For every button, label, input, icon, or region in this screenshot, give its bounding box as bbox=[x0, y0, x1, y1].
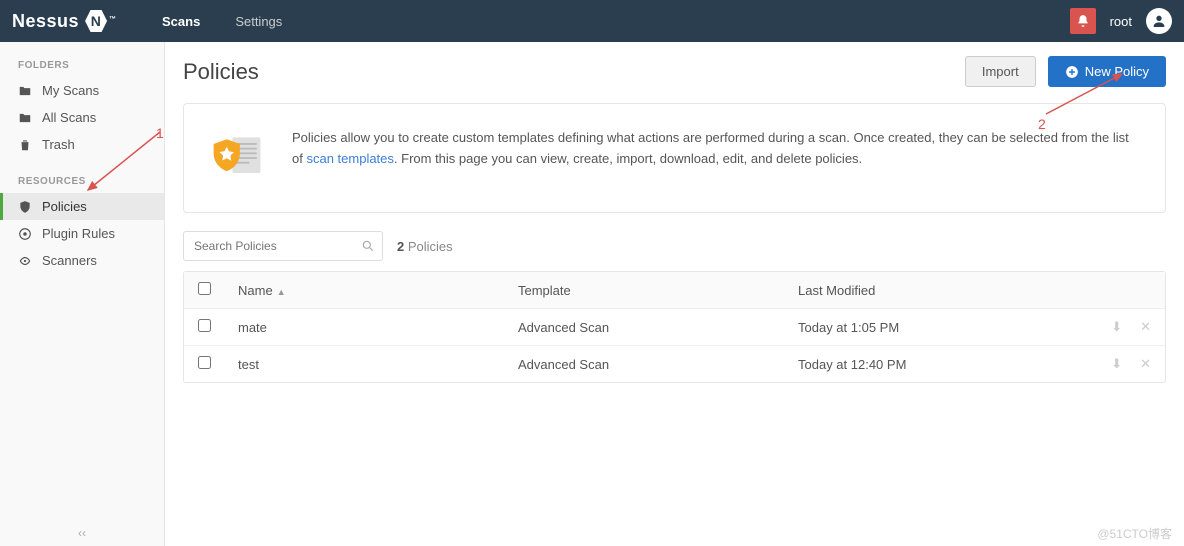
annotation-1: 1 bbox=[156, 125, 164, 141]
nav-settings[interactable]: Settings bbox=[235, 14, 282, 29]
col-template[interactable]: Template bbox=[518, 283, 798, 298]
table-row[interactable]: test Advanced Scan Today at 12:40 PM ⬇ ✕ bbox=[184, 346, 1165, 382]
cell-template: Advanced Scan bbox=[518, 320, 798, 335]
sidebar-item-all-scans[interactable]: All Scans bbox=[0, 104, 164, 131]
shield-icon bbox=[18, 200, 32, 214]
cell-modified: Today at 12:40 PM bbox=[798, 357, 1081, 372]
cell-modified: Today at 1:05 PM bbox=[798, 320, 1081, 335]
sidebar: FOLDERS My Scans All Scans Trash RESOURC… bbox=[0, 42, 165, 546]
bell-icon bbox=[1076, 14, 1090, 28]
sidebar-item-policies[interactable]: Policies bbox=[0, 193, 164, 220]
username[interactable]: root bbox=[1110, 14, 1132, 29]
import-button[interactable]: Import bbox=[965, 56, 1036, 87]
sidebar-item-label: My Scans bbox=[42, 83, 99, 98]
search-input[interactable] bbox=[183, 231, 383, 261]
info-panel: Policies allow you to create custom temp… bbox=[183, 103, 1166, 213]
brand-text: Nessus bbox=[12, 11, 79, 32]
search-bar: 2 Policies bbox=[183, 231, 1166, 261]
cell-name: mate bbox=[238, 320, 518, 335]
search-icon bbox=[361, 239, 375, 253]
result-count: 2 Policies bbox=[397, 239, 453, 254]
annotation-2: 2 bbox=[1038, 116, 1046, 132]
trash-icon bbox=[18, 138, 32, 152]
select-all-checkbox[interactable] bbox=[198, 282, 211, 295]
sidebar-resources-header: RESOURCES bbox=[0, 172, 164, 193]
sidebar-item-plugin-rules[interactable]: Plugin Rules bbox=[0, 220, 164, 247]
cell-name: test bbox=[238, 357, 518, 372]
col-name[interactable]: Name▲ bbox=[238, 283, 518, 298]
top-bar: Nessus N ™ Scans Settings root bbox=[0, 0, 1184, 42]
sidebar-item-label: Scanners bbox=[42, 253, 97, 268]
sort-asc-icon: ▲ bbox=[277, 287, 286, 297]
scanner-icon bbox=[18, 254, 32, 268]
row-checkbox[interactable] bbox=[198, 356, 211, 369]
trademark: ™ bbox=[109, 16, 117, 23]
notifications-button[interactable] bbox=[1070, 8, 1096, 34]
table-row[interactable]: mate Advanced Scan Today at 1:05 PM ⬇ ✕ bbox=[184, 309, 1165, 346]
top-nav: Scans Settings bbox=[162, 14, 282, 29]
nav-scans[interactable]: Scans bbox=[162, 14, 200, 29]
new-policy-button[interactable]: New Policy bbox=[1048, 56, 1166, 87]
sidebar-item-scanners[interactable]: Scanners bbox=[0, 247, 164, 274]
sidebar-collapse[interactable]: ‹‹ bbox=[0, 526, 164, 540]
sidebar-item-my-scans[interactable]: My Scans bbox=[0, 77, 164, 104]
delete-icon[interactable]: ✕ bbox=[1140, 319, 1151, 335]
policies-table: Name▲ Template Last Modified mate Advanc… bbox=[183, 271, 1166, 383]
top-right: root bbox=[1070, 8, 1172, 34]
brand-badge: N bbox=[85, 10, 107, 32]
row-checkbox[interactable] bbox=[198, 319, 211, 332]
policies-hero-icon bbox=[208, 128, 268, 188]
cell-template: Advanced Scan bbox=[518, 357, 798, 372]
scan-templates-link[interactable]: scan templates bbox=[306, 151, 393, 166]
sidebar-item-label: Plugin Rules bbox=[42, 226, 115, 241]
search-box bbox=[183, 231, 383, 261]
export-icon[interactable]: ⬇ bbox=[1111, 356, 1122, 372]
plus-circle-icon bbox=[1065, 65, 1079, 79]
new-policy-label: New Policy bbox=[1085, 64, 1149, 79]
watermark: @51CTO博客 bbox=[1097, 525, 1172, 542]
sidebar-folders-header: FOLDERS bbox=[0, 56, 164, 77]
col-modified[interactable]: Last Modified bbox=[798, 283, 1081, 298]
delete-icon[interactable]: ✕ bbox=[1140, 356, 1151, 372]
sidebar-item-label: Trash bbox=[42, 137, 75, 152]
sidebar-item-label: All Scans bbox=[42, 110, 96, 125]
page-header: Policies Import New Policy bbox=[183, 56, 1166, 87]
folder-icon bbox=[18, 84, 32, 98]
page-title: Policies bbox=[183, 59, 259, 85]
sidebar-item-trash[interactable]: Trash bbox=[0, 131, 164, 158]
table-header: Name▲ Template Last Modified bbox=[184, 272, 1165, 309]
brand-logo: Nessus N ™ bbox=[12, 10, 162, 32]
user-icon bbox=[1151, 13, 1167, 29]
export-icon[interactable]: ⬇ bbox=[1111, 319, 1122, 335]
folder-icon bbox=[18, 111, 32, 125]
sidebar-item-label: Policies bbox=[42, 199, 87, 214]
info-text: Policies allow you to create custom temp… bbox=[292, 128, 1141, 188]
content-area: Policies Import New Policy Policies a bbox=[165, 42, 1184, 546]
user-menu[interactable] bbox=[1146, 8, 1172, 34]
plugin-icon bbox=[18, 227, 32, 241]
